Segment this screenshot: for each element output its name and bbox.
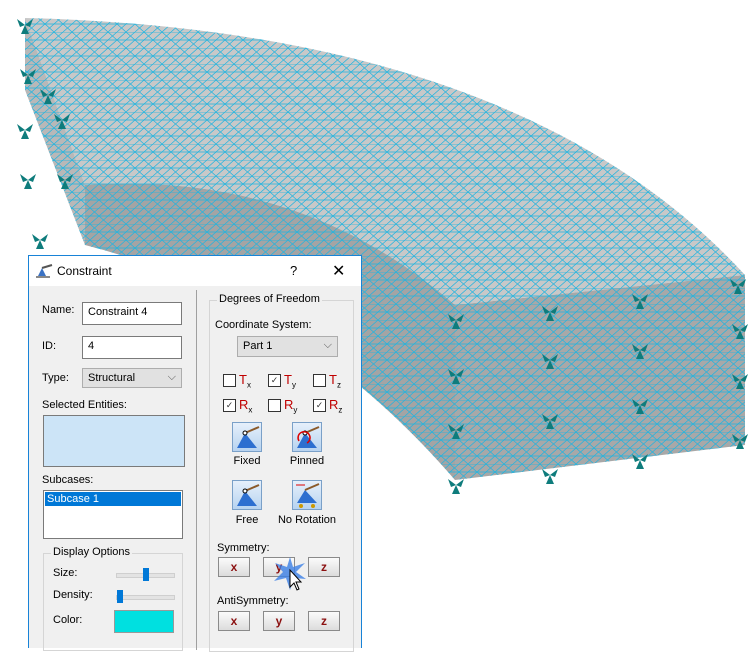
dof-checkbox-ty[interactable]: ✓ Ty xyxy=(268,372,296,390)
constraint-marker xyxy=(542,469,558,484)
subcases-list[interactable]: Subcase 1 xyxy=(43,490,183,539)
dof-checkbox-tx[interactable]: Tx xyxy=(223,372,251,390)
dof-label: Tz xyxy=(329,372,341,390)
name-input[interactable]: Constraint 4 xyxy=(82,302,182,325)
constraint-marker xyxy=(32,234,48,249)
display-options-legend: Display Options xyxy=(51,546,133,558)
antisymmetry-y-button[interactable]: y xyxy=(263,611,295,631)
constraint-marker xyxy=(448,479,464,494)
color-swatch-button[interactable] xyxy=(114,610,174,633)
density-slider[interactable] xyxy=(116,590,175,603)
density-slider-thumb[interactable] xyxy=(117,590,123,603)
pinned-label: Pinned xyxy=(289,455,325,467)
selected-entities-label: Selected Entities: xyxy=(42,399,127,411)
help-button[interactable]: ? xyxy=(290,263,297,278)
dof-label: Ty xyxy=(284,372,296,390)
type-value: Structural xyxy=(88,372,136,384)
checkbox-box[interactable] xyxy=(223,374,236,388)
chevron-down-icon: ⌵ xyxy=(167,371,176,383)
name-label: Name: xyxy=(42,304,75,316)
pinned-icon xyxy=(297,426,320,448)
type-select[interactable]: Structural ⌵ xyxy=(82,368,182,388)
dof-label: Ry xyxy=(284,397,298,415)
size-slider[interactable] xyxy=(116,568,175,581)
dof-checkbox-tz[interactable]: Tz xyxy=(313,372,341,390)
dof-checkbox-rx[interactable]: ✓ Rx xyxy=(223,397,252,415)
symmetry-x-button[interactable]: x xyxy=(218,557,250,577)
dof-label: Rx xyxy=(239,397,253,415)
constraint-marker xyxy=(20,174,36,189)
dof-legend: Degrees of Freedom xyxy=(217,293,322,305)
no-rotation-icon xyxy=(296,483,320,508)
checkbox-box[interactable]: ✓ xyxy=(313,399,326,413)
coord-system-value: Part 1 xyxy=(243,340,273,352)
display-options-group: Display Options Size: Density: Color: xyxy=(43,546,183,651)
subcases-label: Subcases: xyxy=(42,474,94,486)
no-rotation-label: No Rotation xyxy=(277,514,337,526)
antisymmetry-x-button[interactable]: x xyxy=(218,611,250,631)
subcase-item[interactable]: Subcase 1 xyxy=(45,492,181,506)
symmetry-label: Symmetry: xyxy=(217,542,270,554)
antisymmetry-z-button[interactable]: z xyxy=(308,611,340,631)
coord-system-select[interactable]: Part 1 ⌵ xyxy=(237,336,338,357)
size-slider-thumb[interactable] xyxy=(142,568,149,581)
id-label: ID: xyxy=(42,340,57,352)
coord-system-label: Coordinate System: xyxy=(215,319,312,331)
title-bar: Constraint ? ✕ xyxy=(29,256,361,286)
constraint-marker xyxy=(17,124,33,139)
checkbox-box[interactable] xyxy=(268,399,281,413)
dof-label: Rz xyxy=(329,397,343,415)
dialog-title: Constraint xyxy=(57,264,112,278)
symmetry-z-button[interactable]: z xyxy=(308,557,340,577)
free-icon xyxy=(237,484,260,506)
fixed-preset-button[interactable] xyxy=(232,422,262,452)
type-label: Type: xyxy=(42,372,69,384)
mouse-cursor-icon xyxy=(274,557,306,591)
id-input[interactable]: 4 xyxy=(82,336,182,359)
density-label: Density: xyxy=(53,589,93,601)
chevron-down-icon: ⌵ xyxy=(323,339,332,351)
checkbox-box[interactable]: ✓ xyxy=(268,374,281,388)
checkbox-box[interactable]: ✓ xyxy=(223,399,236,413)
close-button[interactable]: ✕ xyxy=(332,261,345,281)
constraint-dialog: Constraint ? ✕ Name: Constraint 4 ID: 4 … xyxy=(28,255,362,652)
selected-entities-box[interactable] xyxy=(43,415,185,467)
free-preset-button[interactable] xyxy=(232,480,262,510)
fixed-icon xyxy=(237,426,260,448)
constraint-icon xyxy=(36,264,53,278)
checkbox-box[interactable] xyxy=(313,374,326,388)
pane-divider[interactable] xyxy=(196,290,197,650)
dof-checkbox-rz[interactable]: ✓ Rz xyxy=(313,397,342,415)
dof-checkbox-ry[interactable]: Ry xyxy=(268,397,297,415)
pinned-preset-button[interactable] xyxy=(292,422,322,452)
dof-label: Tx xyxy=(239,372,251,390)
no-rotation-preset-button[interactable] xyxy=(292,480,322,510)
color-label: Color: xyxy=(53,614,83,626)
size-label: Size: xyxy=(53,567,78,579)
